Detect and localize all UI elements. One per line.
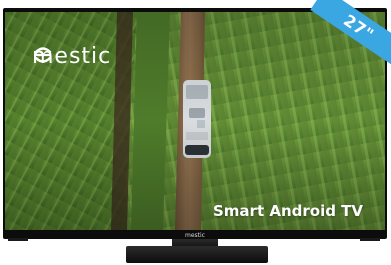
bezel-foot-left xyxy=(8,238,28,241)
bezel-foot-right xyxy=(360,238,380,241)
chin-logo: mestic xyxy=(185,232,205,239)
tagline: Smart Android TV xyxy=(213,202,364,220)
stand-base xyxy=(126,246,268,263)
tv-product-image: mestic Smart Android TV 27" mestic xyxy=(0,0,391,265)
tv-screen: mestic Smart Android TV xyxy=(5,12,385,230)
mestic-logo-icon xyxy=(34,47,52,63)
brand-logo: mestic xyxy=(32,44,111,70)
